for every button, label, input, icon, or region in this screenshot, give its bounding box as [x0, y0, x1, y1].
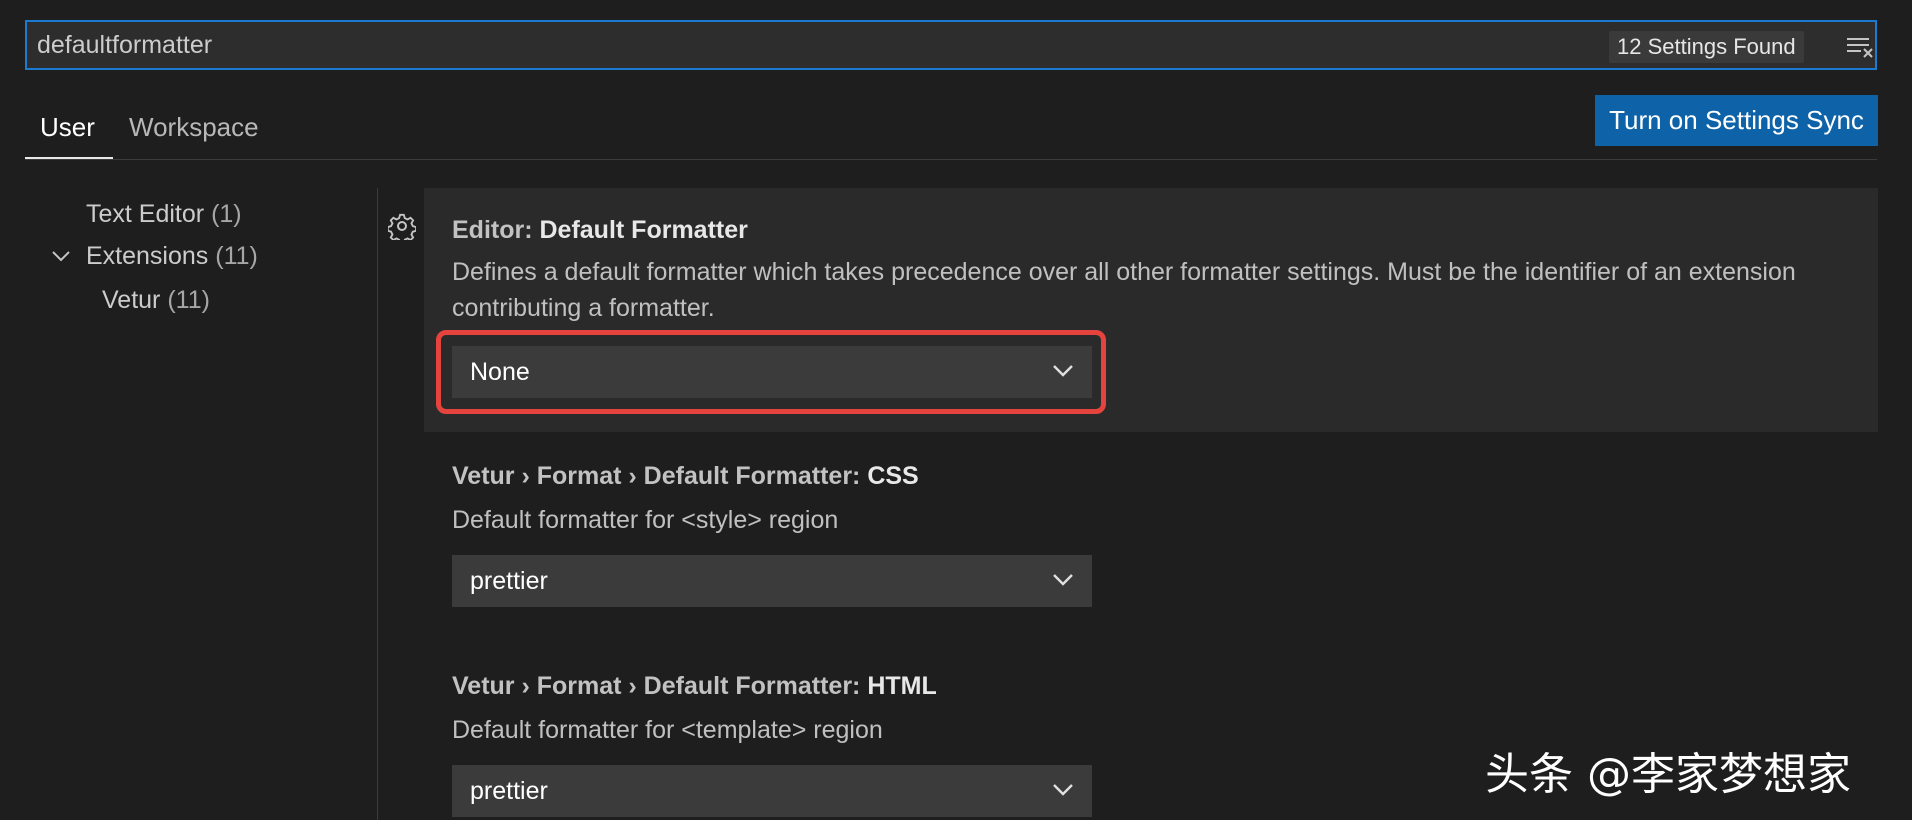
- chevron-down-icon: [1053, 784, 1073, 796]
- toc-item-count: (1): [211, 200, 242, 228]
- setting-key: Default Formatter: [539, 216, 748, 244]
- setting-title-vetur-html: Vetur › Format › Default Formatter: HTML: [452, 672, 937, 701]
- vetur-css-formatter-select[interactable]: prettier: [452, 555, 1092, 607]
- setting-title-editor-default-formatter: Editor: Default Formatter: [452, 216, 748, 245]
- search-input[interactable]: [37, 22, 1587, 68]
- results-count-badge: 12 Settings Found: [1609, 31, 1804, 63]
- setting-key: HTML: [867, 672, 937, 700]
- turn-on-settings-sync-button[interactable]: Turn on Settings Sync: [1595, 95, 1878, 146]
- gear-icon[interactable]: [388, 212, 416, 240]
- toc-item-extensions[interactable]: Extensions (11): [86, 242, 258, 271]
- toc-item-label: Text Editor: [86, 200, 205, 228]
- toc-divider: [377, 188, 378, 820]
- tab-user[interactable]: User: [40, 114, 95, 140]
- watermark: 头条 @李家梦想家: [1485, 749, 1851, 800]
- select-value: prettier: [470, 777, 548, 805]
- vetur-html-formatter-select[interactable]: prettier: [452, 765, 1092, 817]
- chevron-down-icon[interactable]: [50, 248, 72, 264]
- toc-item-text-editor[interactable]: Text Editor (1): [86, 200, 242, 229]
- tab-workspace[interactable]: Workspace: [129, 114, 259, 140]
- setting-description: Defines a default formatter which takes …: [452, 258, 1796, 322]
- setting-description: Default formatter for <style> region: [452, 506, 839, 534]
- setting-category: Vetur › Format › Default Formatter:: [452, 462, 868, 490]
- setting-key: CSS: [867, 462, 919, 490]
- setting-title-vetur-css: Vetur › Format › Default Formatter: CSS: [452, 462, 919, 491]
- select-value: prettier: [470, 567, 548, 595]
- toc-item-label: Vetur: [102, 286, 161, 314]
- setting-category: Vetur › Format › Default Formatter:: [452, 672, 868, 700]
- tab-separator: [25, 159, 1877, 160]
- toc-item-vetur[interactable]: Vetur (11): [102, 286, 210, 315]
- clear-filter-icon[interactable]: [1845, 34, 1875, 60]
- setting-category: Editor:: [452, 216, 540, 244]
- toc-item-count: (11): [167, 286, 210, 314]
- chevron-down-icon: [1053, 574, 1073, 586]
- toc-item-count: (11): [215, 242, 258, 270]
- settings-search-box[interactable]: 12 Settings Found: [25, 20, 1877, 70]
- annotation-highlight-box: [436, 330, 1106, 414]
- toc-item-label: Extensions: [86, 242, 209, 270]
